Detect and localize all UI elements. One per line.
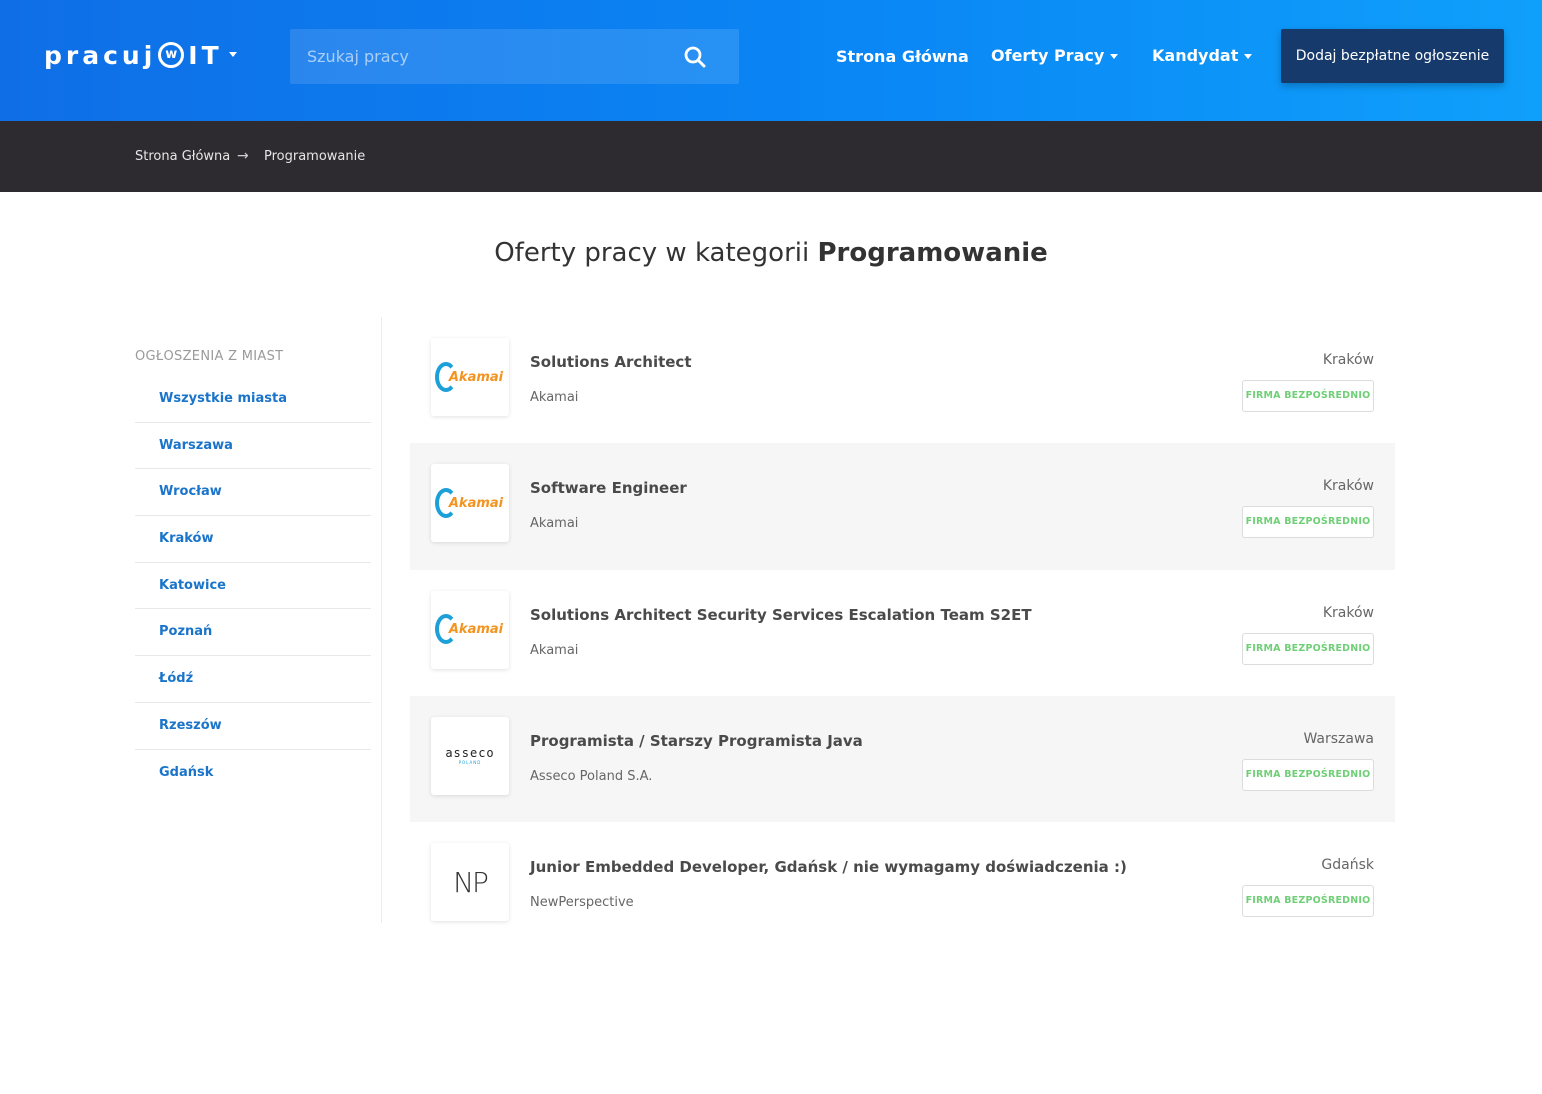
newperspective-logo: NP xyxy=(453,865,489,899)
job-city: Gdańsk xyxy=(1321,857,1374,874)
direct-employer-badge: FIRMA BEZPOŚREDNIO xyxy=(1242,758,1374,791)
page-title: Oferty pracy w kategorii Programowanie xyxy=(0,238,1542,268)
akamai-arc-icon xyxy=(434,361,457,392)
nav-candidate[interactable]: Kandydat xyxy=(1152,46,1253,65)
city-link-wroclaw[interactable]: Wrocław xyxy=(135,469,371,517)
city-link-krakow[interactable]: Kraków xyxy=(135,516,371,563)
job-company: Akamai xyxy=(530,642,579,658)
nav-home[interactable]: Strona Główna xyxy=(836,47,969,66)
job-city: Kraków xyxy=(1322,352,1374,368)
job-company: NewPerspective xyxy=(530,895,634,911)
job-title[interactable]: Programista / Starszy Programista Java xyxy=(530,732,863,750)
asseco-logo-sub: POLAND xyxy=(458,760,482,766)
logo-text: Akamai xyxy=(448,369,504,385)
nav-home-label: Strona Główna xyxy=(836,47,969,66)
job-row[interactable]: Akamai Solutions Architect Security Serv… xyxy=(410,570,1395,696)
chevron-down-icon xyxy=(1110,54,1119,59)
company-logo: NP xyxy=(431,843,509,922)
company-logo: Akamai xyxy=(431,590,509,669)
city-link-poznan[interactable]: Poznań xyxy=(135,609,371,657)
page-title-category: Programowanie xyxy=(817,238,1048,268)
nav-job-offers[interactable]: Oferty Pracy xyxy=(991,46,1119,65)
job-listings: Akamai Solutions Architect Akamai Kraków… xyxy=(410,317,1395,948)
job-company: Akamai xyxy=(530,390,579,405)
asseco-logo-text: asseco xyxy=(445,746,495,761)
job-city: Warszawa xyxy=(1303,730,1374,747)
job-title[interactable]: Software Engineer xyxy=(530,479,687,497)
company-logo: Akamai xyxy=(431,464,509,543)
arrow-right-icon: → xyxy=(237,148,249,164)
job-row[interactable]: NP Junior Embedded Developer, Gdańsk / n… xyxy=(410,822,1395,948)
job-title[interactable]: Solutions Architect xyxy=(530,353,692,371)
akamai-logo: Akamai xyxy=(434,361,504,392)
sidebar-header: OGŁOSZENIA Z MIAST xyxy=(135,349,284,364)
search-bar xyxy=(290,29,739,84)
breadcrumb-current: Programowanie xyxy=(264,149,366,164)
logo-text: Akamai xyxy=(448,622,504,638)
direct-employer-badge: FIRMA BEZPOŚREDNIO xyxy=(1242,506,1374,539)
add-free-listing-button[interactable]: Dodaj bezpłatne ogłoszenie xyxy=(1281,29,1504,83)
search-input[interactable] xyxy=(290,29,670,84)
akamai-arc-icon xyxy=(434,614,457,645)
asseco-logo: asseco POLAND xyxy=(445,746,494,765)
company-logo: Akamai xyxy=(431,338,509,416)
akamai-arc-icon xyxy=(434,487,457,518)
logo-text: Akamai xyxy=(448,495,504,511)
sidebar-divider xyxy=(381,317,382,923)
site-logo[interactable]: pracuj w IT xyxy=(44,38,223,72)
breadcrumb: Strona Główna → Programowanie xyxy=(0,121,1542,192)
city-link-warszawa[interactable]: Warszawa xyxy=(135,423,371,470)
job-row[interactable]: asseco POLAND Programista / Starszy Prog… xyxy=(410,695,1395,823)
nav-candidate-label: Kandydat xyxy=(1152,46,1239,65)
breadcrumb-home[interactable]: Strona Główna xyxy=(135,149,230,164)
direct-employer-badge: FIRMA BEZPOŚREDNIO xyxy=(1242,632,1374,665)
page-title-prefix: Oferty pracy w kategorii xyxy=(494,238,810,268)
city-link-rzeszow[interactable]: Rzeszów xyxy=(135,703,371,750)
direct-employer-badge: FIRMA BEZPOŚREDNIO xyxy=(1242,885,1374,918)
top-header: pracuj w IT Strona Główna Oferty Pracy K… xyxy=(0,0,1542,121)
logo-w-mark: w xyxy=(158,42,185,68)
city-list: Wszystkie miasta Warszawa Wrocław Kraków… xyxy=(135,376,371,796)
logo-it: IT xyxy=(188,40,223,70)
job-row[interactable]: Akamai Software Engineer Akamai Kraków F… xyxy=(410,443,1395,570)
job-city: Kraków xyxy=(1322,478,1374,495)
job-city: Kraków xyxy=(1322,604,1374,621)
company-logo: asseco POLAND xyxy=(431,716,509,795)
city-link-all[interactable]: Wszystkie miasta xyxy=(135,376,371,423)
city-link-lodz[interactable]: Łódź xyxy=(135,656,371,703)
job-title[interactable]: Junior Embedded Developer, Gdańsk / nie … xyxy=(530,858,1127,876)
direct-employer-badge: FIRMA BEZPOŚREDNIO xyxy=(1242,380,1374,412)
job-row[interactable]: Akamai Solutions Architect Akamai Kraków… xyxy=(410,317,1395,443)
search-icon[interactable] xyxy=(684,46,706,68)
chevron-down-icon xyxy=(1244,54,1253,59)
city-link-gdansk[interactable]: Gdańsk xyxy=(135,750,371,797)
job-company: Akamai xyxy=(530,516,579,532)
city-link-katowice[interactable]: Katowice xyxy=(135,563,371,610)
akamai-logo: Akamai xyxy=(434,614,504,645)
logo-chevron-down-icon[interactable] xyxy=(229,52,237,57)
akamai-logo: Akamai xyxy=(434,487,504,518)
job-title[interactable]: Solutions Architect Security Services Es… xyxy=(530,606,1032,624)
job-company: Asseco Poland S.A. xyxy=(530,768,653,784)
logo-text: pracuj xyxy=(44,40,157,70)
nav-job-offers-label: Oferty Pracy xyxy=(991,46,1105,65)
